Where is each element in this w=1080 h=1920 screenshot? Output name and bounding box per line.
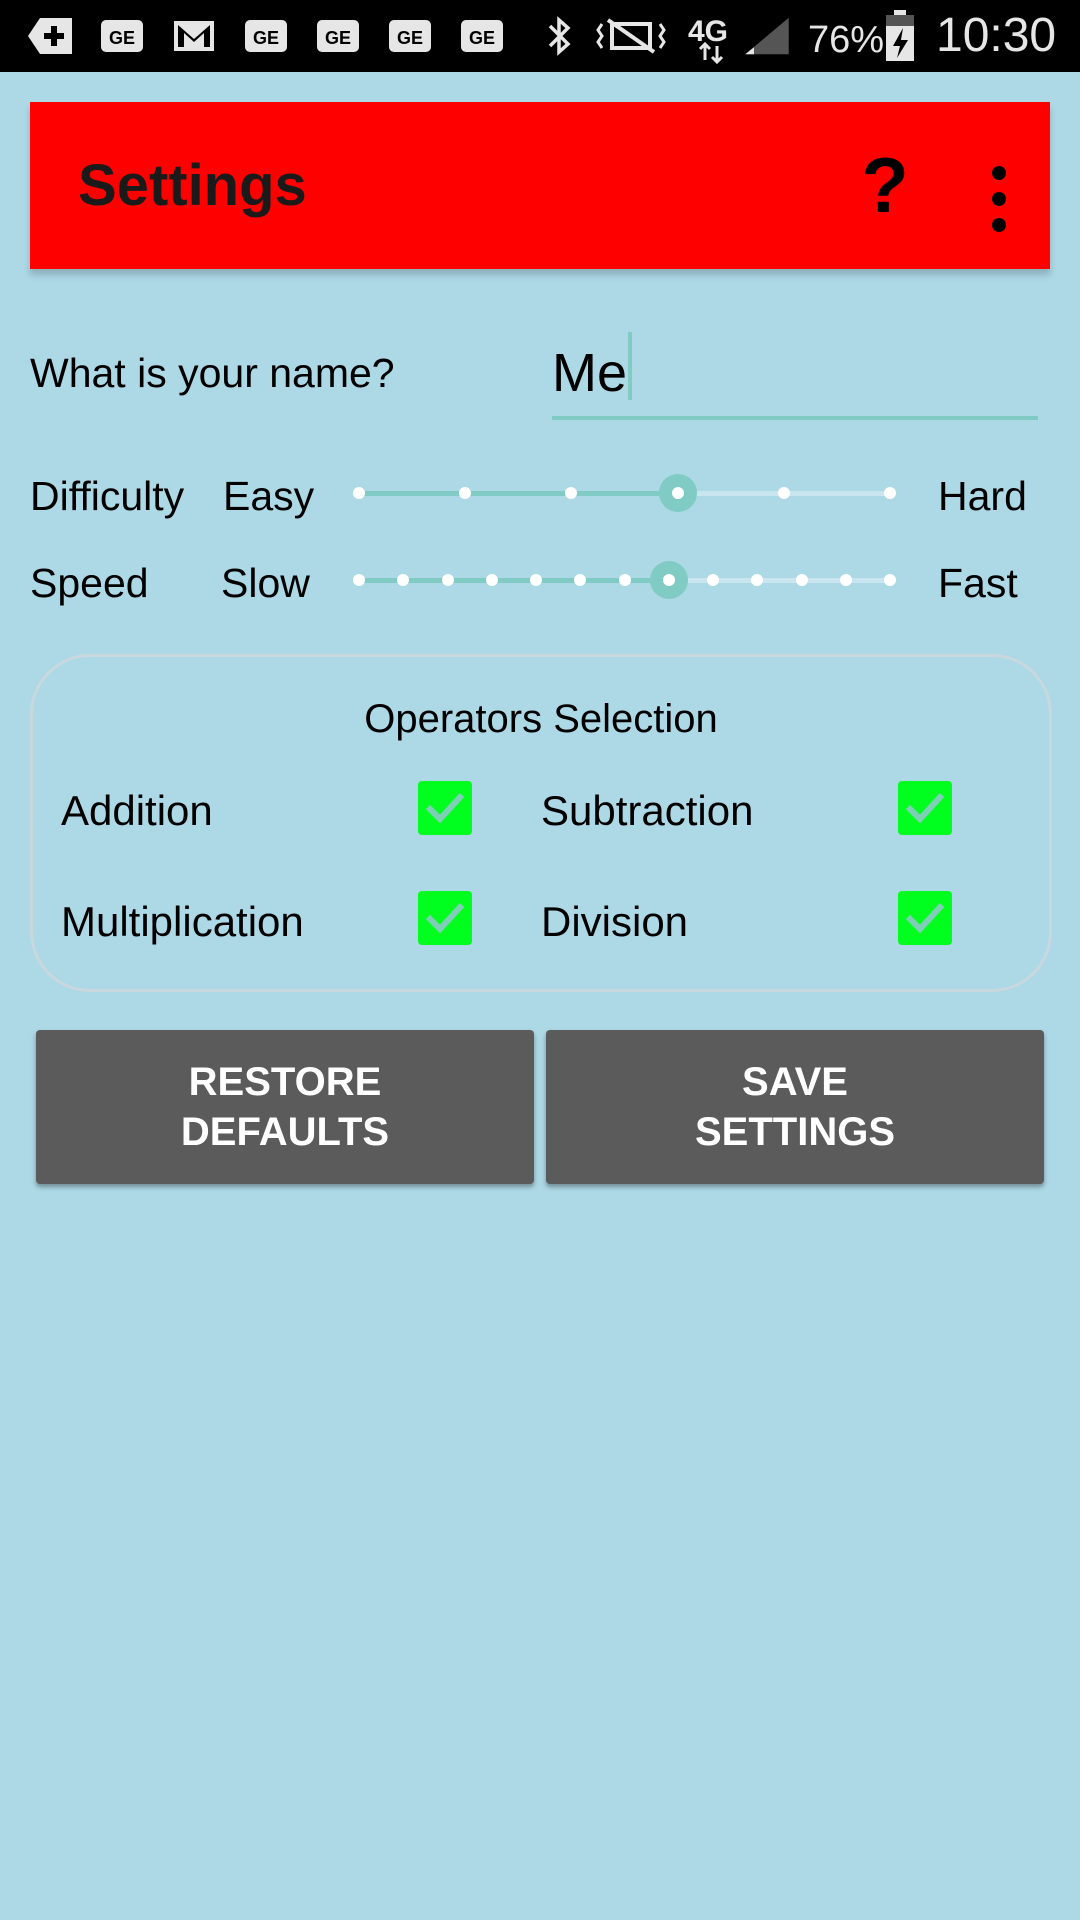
speed-slider[interactable] xyxy=(353,560,896,600)
add-icon xyxy=(28,18,72,54)
name-input[interactable] xyxy=(552,330,1038,420)
slider-tick xyxy=(459,487,472,499)
svg-text:GE: GE xyxy=(253,28,279,48)
name-label: What is your name? xyxy=(30,350,395,396)
difficulty-label: Difficulty xyxy=(30,473,185,519)
slider-tick xyxy=(574,574,587,586)
speed-label: Speed xyxy=(30,560,149,606)
clock: 10:30 xyxy=(936,9,1057,62)
slider-tick xyxy=(884,487,896,499)
slider-tick xyxy=(707,574,719,586)
subtraction-checkbox[interactable] xyxy=(898,781,952,835)
ge-icon: GE xyxy=(461,20,503,52)
more-options-icon[interactable] xyxy=(960,130,1040,240)
app-bar: Settings ? xyxy=(30,102,1050,269)
difficulty-min-label: Easy xyxy=(223,473,315,519)
battery-charging-icon xyxy=(886,10,914,61)
vibrate-icon xyxy=(596,18,666,54)
operator-label-multiplication: Multiplication xyxy=(61,898,304,945)
page-title: Settings xyxy=(78,153,307,218)
check-icon xyxy=(905,902,945,934)
restore-label-line2: DEFAULTS xyxy=(180,1110,390,1154)
speed-max-label: Fast xyxy=(938,560,1018,606)
battery-percent: 76% xyxy=(808,19,885,61)
slider-tick xyxy=(397,574,410,586)
division-checkbox[interactable] xyxy=(898,891,952,945)
multiplication-checkbox[interactable] xyxy=(418,891,472,945)
save-label-line1: SAVE xyxy=(742,1060,848,1104)
help-button[interactable]: ? xyxy=(830,130,940,240)
slider-tick xyxy=(751,574,764,586)
slider-tick xyxy=(795,574,808,586)
restore-defaults-button[interactable]: RESTORE DEFAULTS xyxy=(36,1030,534,1184)
check-icon xyxy=(425,902,465,934)
operators-title: Operators Selection xyxy=(364,697,718,741)
slider-tick xyxy=(777,487,790,499)
slider-tick xyxy=(353,574,365,586)
addition-checkbox[interactable] xyxy=(418,781,472,835)
speed-min-label: Slow xyxy=(221,560,310,606)
save-settings-button[interactable]: SAVE SETTINGS xyxy=(546,1030,1044,1184)
check-icon xyxy=(905,792,945,824)
operator-label-subtraction: Subtraction xyxy=(541,787,754,834)
slider-tick xyxy=(839,574,852,586)
operators-panel: Operators Selection Addition Subtraction… xyxy=(30,654,1052,992)
operator-label-division: Division xyxy=(541,898,689,945)
data-arrows-icon xyxy=(698,42,724,64)
slider-tick xyxy=(884,574,896,586)
slider-thumb[interactable] xyxy=(649,561,688,599)
bluetooth-icon xyxy=(548,16,571,56)
signal-icon xyxy=(745,17,789,55)
slider-thumb[interactable] xyxy=(658,474,697,512)
slider-tick xyxy=(565,487,578,499)
gmail-icon xyxy=(174,21,214,51)
save-label-line2: SETTINGS xyxy=(694,1110,896,1154)
difficulty-max-label: Hard xyxy=(938,473,1027,519)
slider-tick xyxy=(353,487,365,499)
svg-text:GE: GE xyxy=(397,28,423,48)
check-icon xyxy=(425,792,465,824)
slider-tick xyxy=(441,574,454,586)
svg-text:GE: GE xyxy=(109,28,135,48)
ge-icon: GE xyxy=(245,20,287,52)
operator-label-addition: Addition xyxy=(61,787,213,834)
svg-text:GE: GE xyxy=(469,28,495,48)
status-bar: GE GE GE GE GE 4G 76% 10:30 xyxy=(0,0,1080,72)
slider-fill xyxy=(359,491,678,496)
svg-text:GE: GE xyxy=(325,28,351,48)
ge-icon: GE xyxy=(101,20,143,52)
difficulty-slider[interactable] xyxy=(353,473,896,513)
ge-icon: GE xyxy=(389,20,431,52)
slider-tick xyxy=(485,574,498,586)
text-cursor xyxy=(628,332,632,400)
slider-tick xyxy=(530,574,542,586)
ge-icon: GE xyxy=(317,20,359,52)
restore-label-line1: RESTORE xyxy=(188,1060,382,1104)
slider-tick xyxy=(618,574,631,586)
